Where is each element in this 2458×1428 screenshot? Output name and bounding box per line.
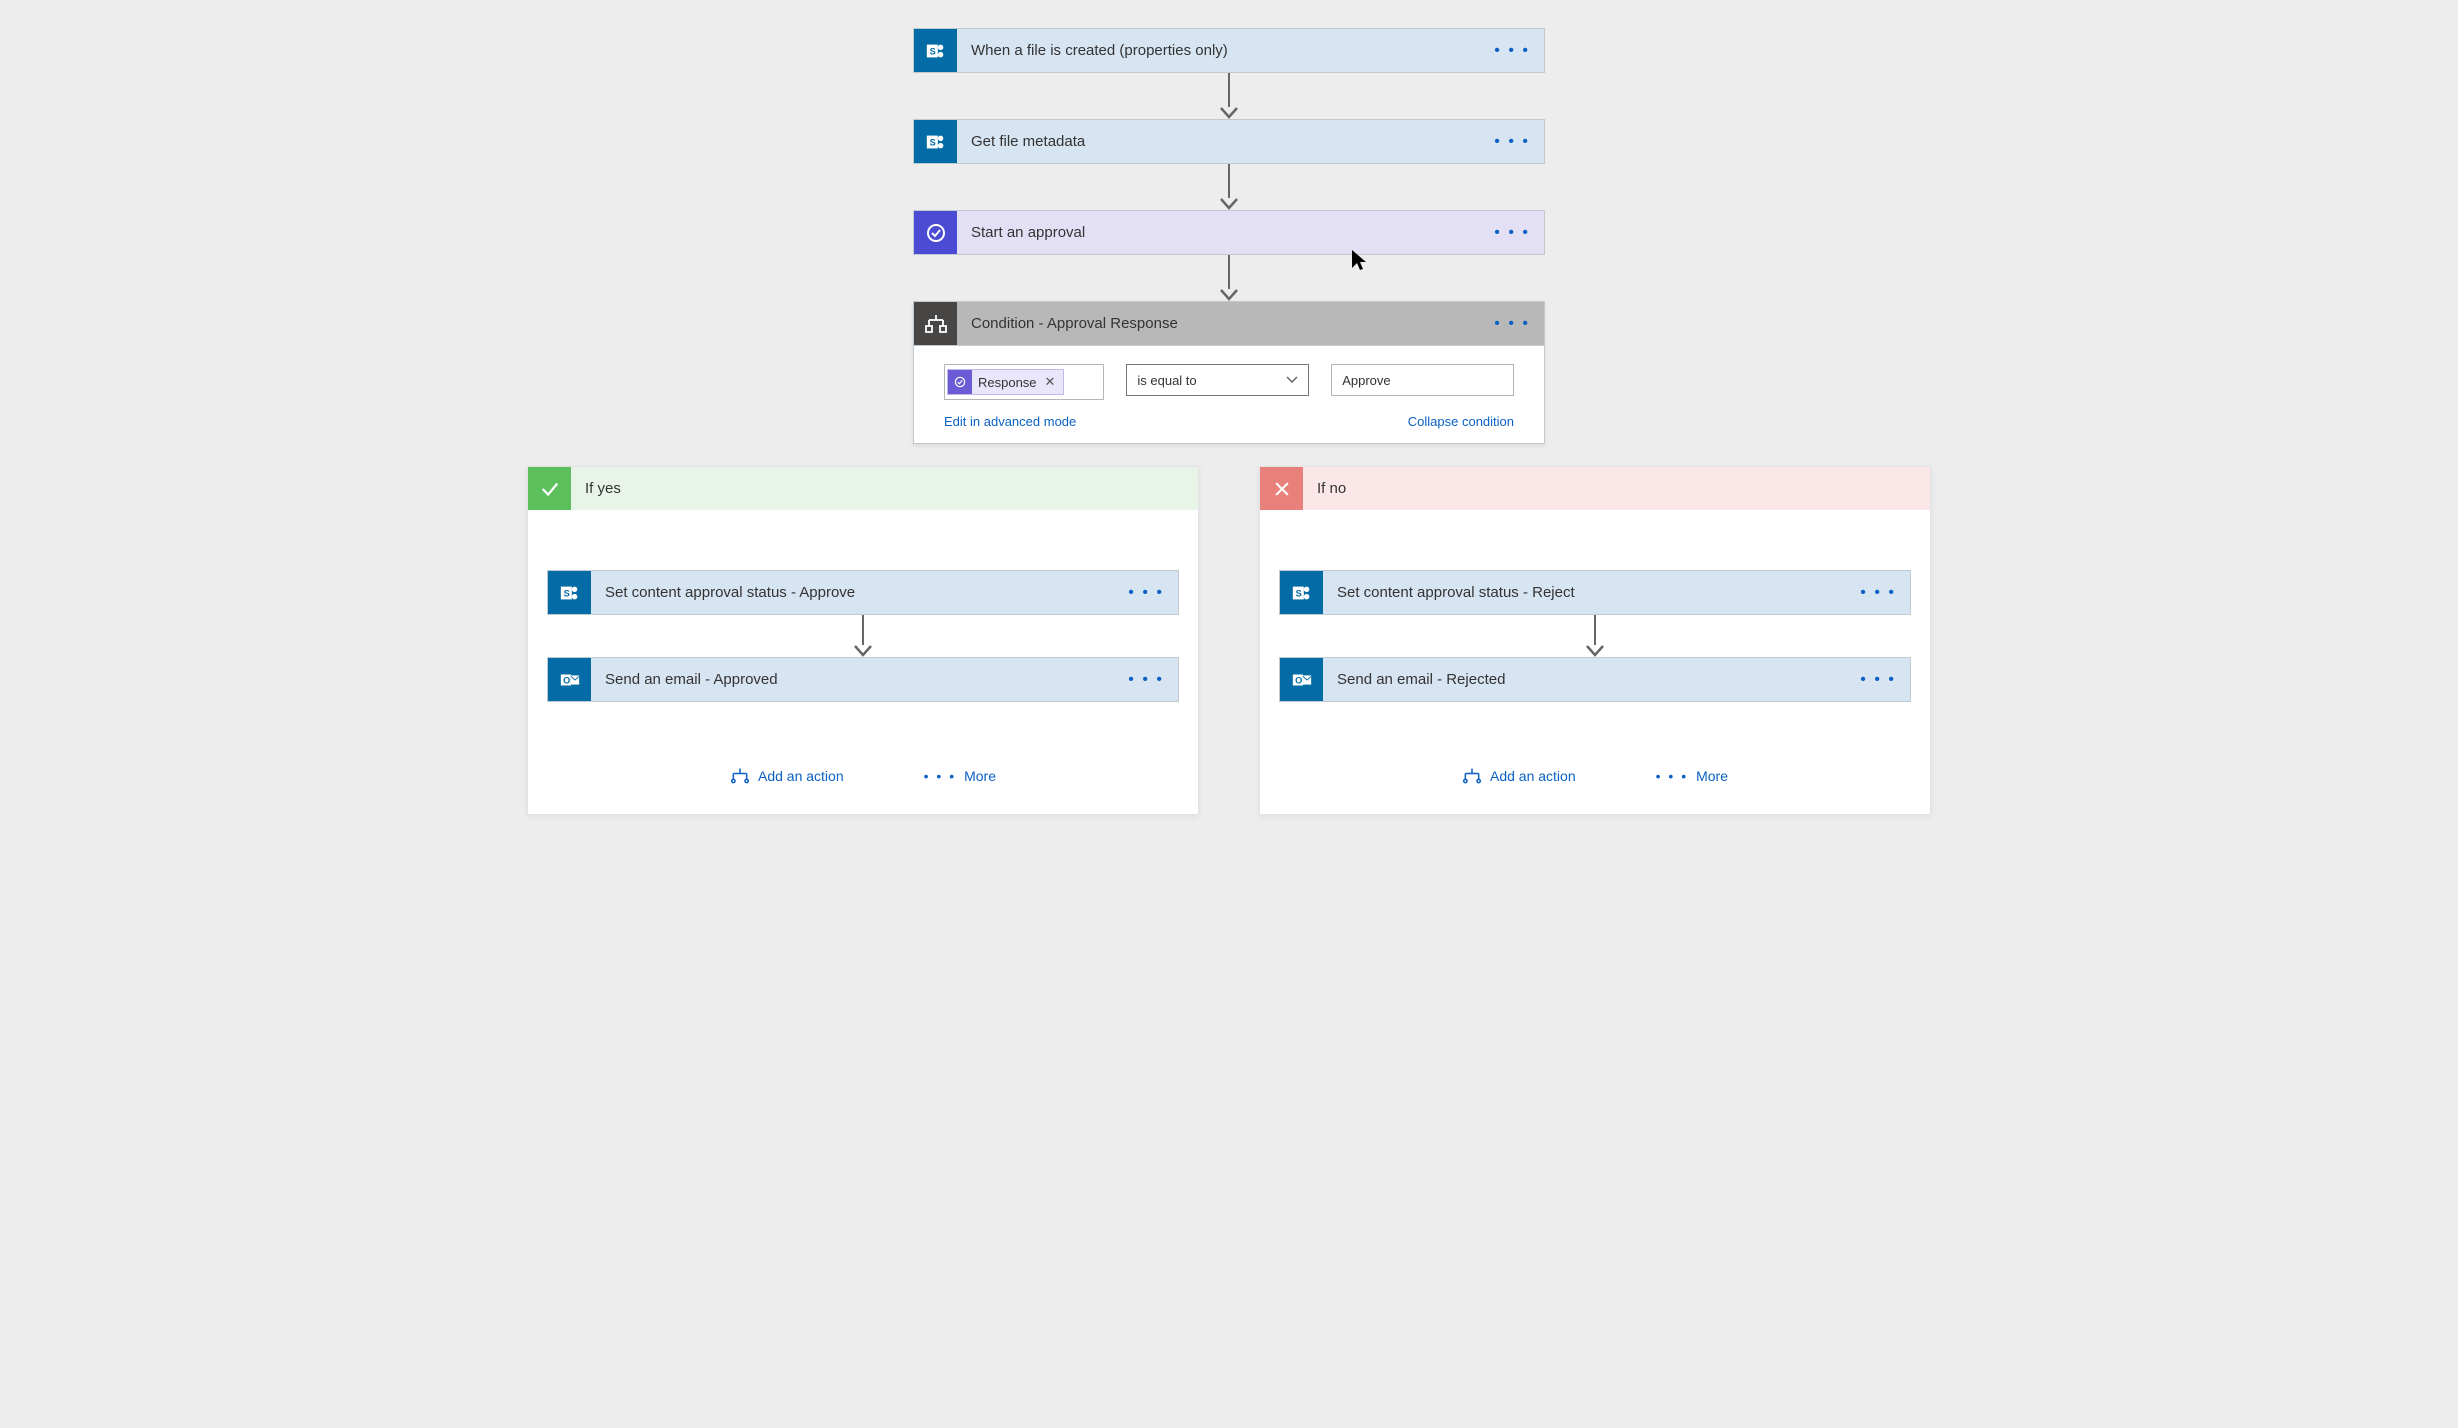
action-title: Send an email - Approved [605, 671, 778, 688]
dynamic-token[interactable]: Response ✕ [947, 369, 1064, 395]
close-icon [1260, 467, 1303, 510]
more-icon[interactable]: • • • [1860, 671, 1896, 689]
if-no-branch: If no S Set content approval status - Re… [1259, 466, 1931, 815]
action-title: Get file metadata [971, 133, 1085, 150]
token-label: Response [978, 375, 1037, 390]
approval-icon [948, 370, 972, 394]
outlook-icon: O [548, 658, 591, 701]
add-action-icon [730, 766, 750, 786]
branch-title: If yes [585, 480, 621, 497]
add-action-button[interactable]: Add an action [1462, 766, 1576, 786]
sharepoint-icon: S [914, 29, 957, 72]
svg-text:S: S [563, 588, 569, 598]
condition-icon [914, 302, 957, 345]
set-approval-reject-card[interactable]: S Set content approval status - Reject •… [1279, 570, 1911, 615]
collapse-condition-link[interactable]: Collapse condition [1408, 414, 1514, 429]
more-icon[interactable]: • • • [1860, 584, 1896, 602]
more-icon[interactable]: • • • [1494, 133, 1530, 151]
svg-text:O: O [1295, 675, 1302, 685]
if-no-header: If no [1260, 467, 1930, 510]
ellipsis-icon: • • • [1656, 768, 1688, 784]
more-icon[interactable]: • • • [1494, 224, 1530, 242]
sharepoint-icon: S [1280, 571, 1323, 614]
action-title: Set content approval status - Approve [605, 584, 855, 601]
start-approval-card[interactable]: Start an approval • • • [913, 210, 1545, 255]
operator-value: is equal to [1137, 373, 1196, 388]
more-button[interactable]: • • • More [1656, 766, 1728, 786]
arrow-icon [854, 615, 872, 657]
more-button[interactable]: • • • More [924, 766, 996, 786]
set-approval-approve-card[interactable]: S Set content approval status - Approve … [547, 570, 1179, 615]
edit-advanced-link[interactable]: Edit in advanced mode [944, 414, 1076, 429]
more-icon[interactable]: • • • [1128, 671, 1164, 689]
chevron-down-icon [1286, 376, 1298, 384]
trigger-title: When a file is created (properties only) [971, 42, 1228, 59]
svg-text:O: O [563, 675, 570, 685]
action-title: Start an approval [971, 224, 1085, 241]
condition-value: Approve [1342, 373, 1390, 388]
ellipsis-icon: • • • [924, 768, 956, 784]
if-yes-header: If yes [528, 467, 1198, 510]
send-email-rejected-card[interactable]: O Send an email - Rejected • • • [1279, 657, 1911, 702]
get-metadata-card[interactable]: S Get file metadata • • • [913, 119, 1545, 164]
arrow-icon [1586, 615, 1604, 657]
action-title: Send an email - Rejected [1337, 671, 1505, 688]
condition-operator-select[interactable]: is equal to [1126, 364, 1309, 396]
cursor-icon [1350, 248, 1368, 272]
if-yes-branch: If yes S Set content approval status - A… [527, 466, 1199, 815]
more-icon[interactable]: • • • [1128, 584, 1164, 602]
svg-text:S: S [1295, 588, 1301, 598]
remove-token-icon[interactable]: ✕ [1045, 374, 1056, 390]
arrow-icon [1220, 255, 1238, 301]
send-email-approved-card[interactable]: O Send an email - Approved • • • [547, 657, 1179, 702]
arrow-icon [1220, 73, 1238, 119]
check-icon [528, 467, 571, 510]
more-icon[interactable]: • • • [1494, 42, 1530, 60]
sharepoint-icon: S [548, 571, 591, 614]
condition-left-operand[interactable]: Response ✕ [944, 364, 1104, 400]
svg-text:S: S [929, 137, 935, 147]
add-action-icon [1462, 766, 1482, 786]
trigger-card[interactable]: S When a file is created (properties onl… [913, 28, 1545, 73]
condition-title: Condition - Approval Response [971, 315, 1178, 332]
condition-branches: If yes S Set content approval status - A… [527, 466, 1931, 815]
approval-icon [914, 211, 957, 254]
more-icon[interactable]: • • • [1494, 315, 1530, 333]
svg-text:S: S [929, 46, 935, 56]
outlook-icon: O [1280, 658, 1323, 701]
sharepoint-icon: S [914, 120, 957, 163]
branch-title: If no [1317, 480, 1346, 497]
condition-card[interactable]: Condition - Approval Response • • • Resp… [913, 301, 1545, 444]
add-action-button[interactable]: Add an action [730, 766, 844, 786]
action-title: Set content approval status - Reject [1337, 584, 1575, 601]
condition-value-input[interactable]: Approve [1331, 364, 1514, 396]
arrow-icon [1220, 164, 1238, 210]
